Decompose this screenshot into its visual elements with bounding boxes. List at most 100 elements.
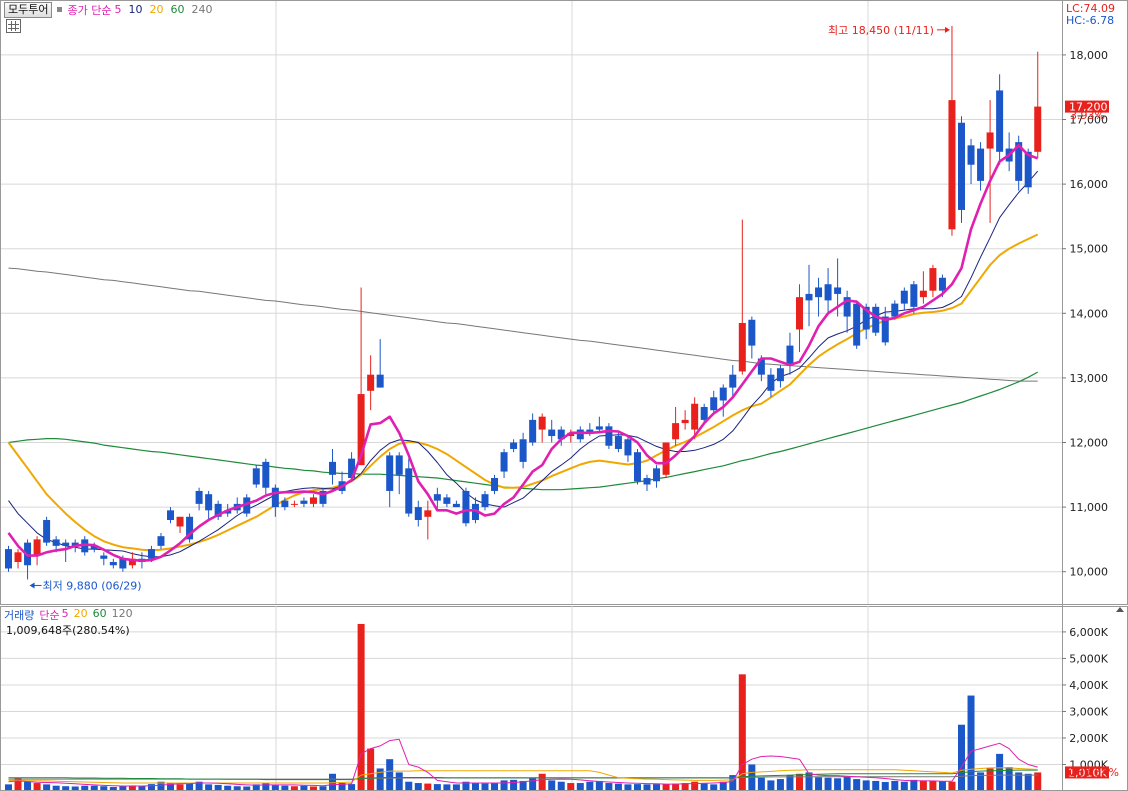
candle-body bbox=[510, 442, 518, 449]
candle-body bbox=[538, 416, 546, 430]
price-legend-label[interactable]: 종가 단순 bbox=[67, 2, 111, 18]
volume-bar bbox=[500, 780, 508, 790]
volume-bar bbox=[71, 786, 79, 790]
volume-bar bbox=[605, 783, 613, 790]
candle-body bbox=[900, 290, 908, 304]
candle bbox=[252, 465, 260, 488]
candle bbox=[872, 303, 880, 336]
price-tick-label: 11,000 bbox=[1070, 501, 1109, 514]
volume-bar bbox=[62, 786, 70, 790]
volume-bar bbox=[614, 783, 622, 790]
candle-body bbox=[395, 455, 403, 475]
candle-body bbox=[891, 303, 899, 317]
grid-toggle-icon[interactable] bbox=[6, 19, 21, 33]
volume-bar bbox=[147, 784, 155, 790]
candle-body bbox=[938, 277, 946, 291]
candle-body bbox=[710, 397, 718, 411]
volume-bar bbox=[595, 780, 603, 790]
volume-toolbar: 거래량 단순 5 20 60 120 bbox=[4, 607, 133, 623]
volume-bar bbox=[872, 780, 880, 790]
candle-body bbox=[33, 539, 41, 556]
volume-bar bbox=[414, 783, 422, 790]
price-legend-ma60[interactable]: 60 bbox=[170, 3, 184, 16]
price-tick-label: 18,000 bbox=[1070, 49, 1109, 62]
volume-legend-ma5[interactable]: 5 bbox=[62, 607, 69, 623]
volume-legend-ma20[interactable]: 20 bbox=[74, 607, 88, 623]
candle-body bbox=[176, 516, 184, 527]
volume-bar bbox=[881, 781, 889, 790]
price-tick-label: 12,000 bbox=[1070, 437, 1109, 450]
candle-body bbox=[548, 429, 556, 437]
price-legend-ma10[interactable]: 10 bbox=[128, 3, 142, 16]
candle-body bbox=[43, 520, 51, 543]
volume-bar bbox=[481, 783, 489, 790]
candle-body bbox=[834, 287, 842, 294]
volume-bar bbox=[224, 785, 232, 790]
candle-body bbox=[414, 507, 422, 521]
candle-body bbox=[672, 423, 680, 440]
price-tick-label: 16,000 bbox=[1070, 178, 1109, 191]
volume-bar bbox=[491, 783, 499, 790]
stock-chart-window: 10,000 11,000 12,000 13,000 14,000 15,000 16,0… bbox=[0, 0, 1128, 791]
candle-body bbox=[281, 500, 289, 508]
volume-bar bbox=[386, 759, 394, 790]
candle-body bbox=[157, 536, 165, 546]
price-legend-ma5[interactable]: 5 bbox=[114, 3, 121, 16]
candle-body bbox=[405, 468, 413, 514]
candle-body bbox=[662, 442, 670, 475]
volume-legend-ma120[interactable]: 120 bbox=[112, 607, 133, 623]
candle-body bbox=[452, 503, 460, 508]
volume-bar bbox=[853, 779, 861, 790]
volume-bar bbox=[891, 780, 899, 790]
volume-bar bbox=[395, 772, 403, 790]
volume-bar bbox=[624, 784, 632, 790]
volume-bar bbox=[43, 784, 51, 790]
candle-body bbox=[386, 455, 394, 491]
volume-legend-ma-label[interactable]: 단순 bbox=[39, 607, 59, 623]
volume-bar bbox=[205, 784, 213, 790]
candle-body bbox=[919, 290, 927, 298]
volume-bar bbox=[662, 784, 670, 790]
candle-body bbox=[491, 478, 499, 491]
volume-bar bbox=[309, 786, 317, 790]
volume-legend-label[interactable]: 거래량 bbox=[4, 607, 34, 623]
volume-bar bbox=[738, 674, 746, 790]
candle-body bbox=[529, 419, 537, 443]
price-tick-label: 10,000 bbox=[1070, 566, 1109, 579]
volume-bar bbox=[834, 778, 842, 790]
volume-bar bbox=[548, 780, 556, 790]
volume-bar bbox=[767, 780, 775, 790]
volume-bar bbox=[367, 748, 375, 790]
candle-body bbox=[614, 436, 622, 449]
price-toolbar: 모두투어 종가 단순 5 10 20 60 240 bbox=[4, 1, 212, 18]
candle-body bbox=[443, 497, 451, 504]
source-button[interactable]: 모두투어 bbox=[4, 1, 53, 18]
volume-bar bbox=[300, 785, 308, 790]
volume-bar bbox=[776, 779, 784, 790]
volume-bar bbox=[233, 786, 241, 790]
candle-body bbox=[795, 297, 803, 330]
candle-body bbox=[271, 487, 279, 508]
price-legend-ma240[interactable]: 240 bbox=[191, 3, 212, 16]
candle-body bbox=[147, 549, 155, 559]
candle-body bbox=[100, 555, 108, 559]
candle-body bbox=[786, 345, 794, 365]
volume-legend-ma60[interactable]: 60 bbox=[93, 607, 107, 623]
candle-body bbox=[815, 287, 823, 298]
volume-bar bbox=[281, 785, 289, 790]
price-legend-ma20[interactable]: 20 bbox=[149, 3, 163, 16]
candle-body bbox=[519, 439, 527, 462]
candle-body bbox=[986, 132, 994, 149]
square-marker-icon bbox=[57, 7, 63, 12]
volume-bar bbox=[214, 784, 222, 790]
volume-bar bbox=[576, 783, 584, 790]
volume-bar bbox=[910, 779, 918, 790]
candle-body bbox=[500, 452, 508, 472]
current-change-label: 3.93% bbox=[1070, 109, 1105, 122]
volume-bar bbox=[424, 783, 432, 790]
candle-body bbox=[700, 406, 708, 420]
volume-readout: 1,009,648주(280.54%) bbox=[6, 624, 130, 637]
volume-bar bbox=[443, 784, 451, 790]
volume-bar bbox=[633, 784, 641, 790]
volume-bar bbox=[710, 784, 718, 790]
